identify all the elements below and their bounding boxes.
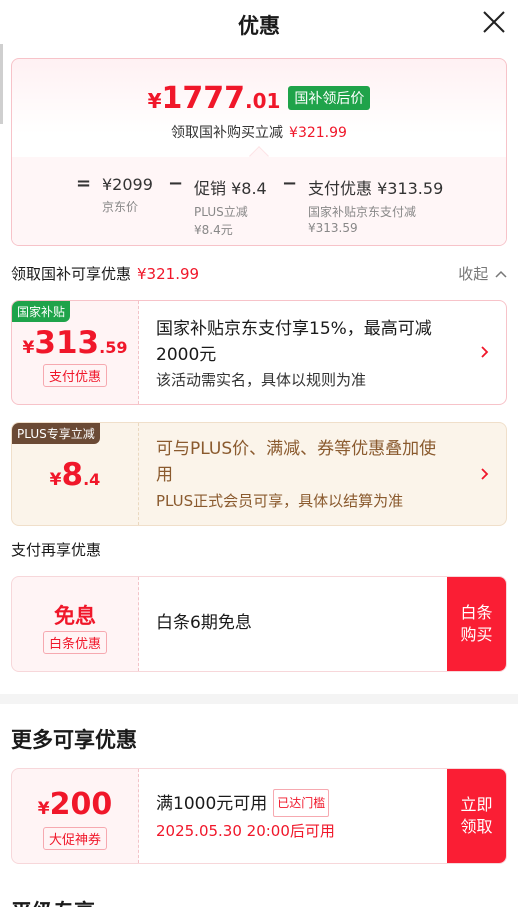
offer-desc-panel: 国家补贴京东支付享15%，最高可减 2000元 该活动需实名，具体以规则为准: [139, 301, 506, 404]
chevron-right-icon: [481, 468, 489, 480]
offer-tag: PLUS专享立减: [12, 423, 100, 444]
payment-discount-amount: 支付优惠 ¥313.59: [308, 179, 444, 198]
subsidy-subline: 领取国补购买立减 ¥321.99: [12, 122, 506, 142]
currency-symbol: ¥: [147, 89, 162, 113]
offer-desc-line1: 可与PLUS价、满减、券等优惠叠加使: [156, 439, 437, 459]
more-offers-title: 更多可享优惠: [11, 728, 137, 752]
coupon-card: ¥200 大促神券 满1000元可用 已达门槛 2025.05.30 20:00后…: [11, 768, 507, 864]
baitiao-offer: 免息 白条优惠 白条6期免息 白条 购买: [11, 576, 507, 672]
claim-line1: 立即: [460, 795, 493, 814]
equals-sign: =: [76, 173, 92, 194]
coupon-value: 200: [49, 787, 113, 822]
offer-amount-panel: PLUS专享立减 ¥8.4: [12, 423, 139, 525]
offer-subtext: PLUS正式会员可享，具体以结算为准: [156, 492, 404, 510]
baitiao-title: 免息: [54, 604, 96, 628]
page-title: 优惠: [238, 14, 280, 38]
baitiao-buy-button[interactable]: 白条 购买: [447, 577, 506, 671]
final-price-int: 1777: [161, 81, 245, 116]
offer-amount: ¥313.59: [12, 325, 138, 361]
promo-sub-amount: ¥8.4元: [194, 223, 233, 237]
coupon-condition: 满1000元可用 已达门槛: [156, 789, 466, 819]
promo-block: 促销 ¥8.4 PLUS立减 ¥8.4元: [194, 175, 267, 238]
collapse-label: 收起: [458, 265, 489, 283]
subsidy-price-badge: 国补领后价: [288, 86, 371, 110]
subsidy-section-label: 领取国补可享优惠: [11, 265, 132, 283]
chevron-up-icon: [495, 270, 507, 278]
final-price-dec: .01: [244, 89, 281, 113]
subsidy-section-amount: ¥321.99: [137, 265, 200, 283]
offer-amount-dec: .4: [83, 470, 101, 489]
minus-sign: −: [168, 173, 184, 194]
header: 优惠: [0, 0, 518, 50]
offers-page: 优惠 ¥ 1777 .01 国补领后价 领取国补购买立减 ¥321.99 = ¥2…: [0, 0, 518, 907]
national-subsidy-offer[interactable]: 国家补贴 ¥313.59 支付优惠 国家补贴京东支付享15%，最高可减 2000…: [11, 300, 507, 405]
baitiao-desc: 白条6期免息: [156, 613, 252, 633]
offer-subtext: 该活动需实名，具体以规则为准: [156, 371, 367, 389]
payment-discount-block: 支付优惠 ¥313.59 国家补贴京东支付减 ¥313.59: [308, 175, 443, 235]
coupon-condition-text: 满1000元可用: [156, 794, 268, 814]
baitiao-pill-label: 白条优惠: [42, 631, 107, 654]
payment-discount-label: 国家补贴京东支付减: [308, 205, 417, 219]
subsidy-section-header: 领取国补可享优惠 ¥321.99 收起: [11, 263, 507, 284]
close-icon[interactable]: [482, 10, 506, 34]
offer-desc: 国家补贴京东支付享15%，最高可减 2000元: [156, 316, 466, 368]
offer-desc: 可与PLUS价、满减、券等优惠叠加使 用: [156, 436, 466, 488]
offer-tag: 国家补贴: [12, 301, 71, 322]
subsidy-subline-amount: ¥321.99: [289, 125, 347, 141]
offer-desc-line2: 2000元: [156, 345, 217, 365]
baitiao-buy-line2: 购买: [460, 625, 493, 644]
offer-currency: ¥: [22, 338, 35, 358]
collapse-toggle[interactable]: 收起: [458, 263, 507, 284]
coupon-currency: ¥: [37, 799, 50, 819]
claim-line2: 领取: [460, 817, 493, 836]
section-divider: [0, 694, 518, 704]
offer-currency: ¥: [49, 470, 62, 490]
baitiao-panel: 免息 白条优惠: [12, 577, 139, 671]
coupon-pill-label: 大促神券: [42, 827, 107, 850]
scrollbar: [0, 44, 3, 124]
baitiao-buy-line1: 白条: [460, 603, 493, 622]
next-section-title: 平级专享: [11, 896, 95, 907]
minus-sign-2: −: [282, 173, 298, 194]
payment-section-header: 支付再享优惠: [11, 541, 102, 559]
offer-type-pill: 支付优惠: [12, 364, 138, 387]
claim-coupon-button[interactable]: 立即 领取: [447, 769, 506, 863]
final-price: ¥ 1777 .01 国补领后价: [12, 81, 506, 116]
baitiao-pill: 白条优惠: [12, 631, 138, 654]
threshold-met-badge: 已达门槛: [273, 789, 330, 817]
jd-price-label: 京东价: [102, 200, 139, 214]
plus-offer[interactable]: PLUS专享立减 ¥8.4 可与PLUS价、满减、券等优惠叠加使 用 PLUS正…: [11, 422, 507, 526]
chevron-right-icon: [481, 346, 489, 358]
price-summary-card: ¥ 1777 .01 国补领后价 领取国补购买立减 ¥321.99 = ¥2099…: [11, 58, 507, 246]
offer-amount-int: 313: [34, 325, 100, 361]
offer-amount: ¥8.4: [12, 457, 138, 493]
offer-desc-panel: 可与PLUS价、满减、券等优惠叠加使 用 PLUS正式会员可享，具体以结算为准: [139, 423, 506, 525]
jd-price: ¥2099: [102, 175, 153, 194]
promo-amount: 促销 ¥8.4: [194, 179, 267, 198]
payment-discount-sub-amount: ¥313.59: [308, 221, 358, 235]
jd-price-block: ¥2099 京东价: [102, 175, 153, 215]
coupon-time: 2025.05.30 20:00后可用: [156, 822, 335, 840]
offer-desc-line1: 国家补贴京东支付享15%，最高可减: [156, 319, 432, 339]
promo-sub-label: PLUS立减: [194, 205, 248, 219]
subsidy-subline-text: 领取国补购买立减: [171, 125, 284, 141]
offer-type-label: 支付优惠: [42, 364, 107, 387]
coupon-amount-panel: ¥200 大促神券: [12, 769, 139, 863]
offer-amount-panel: 国家补贴 ¥313.59 支付优惠: [12, 301, 139, 404]
offer-amount-dec: .59: [99, 338, 128, 357]
offer-amount-int: 8: [61, 457, 84, 493]
offer-desc-line2: 用: [156, 465, 173, 485]
coupon-amount: ¥200: [12, 787, 138, 822]
coupon-pill: 大促神券: [12, 827, 138, 850]
